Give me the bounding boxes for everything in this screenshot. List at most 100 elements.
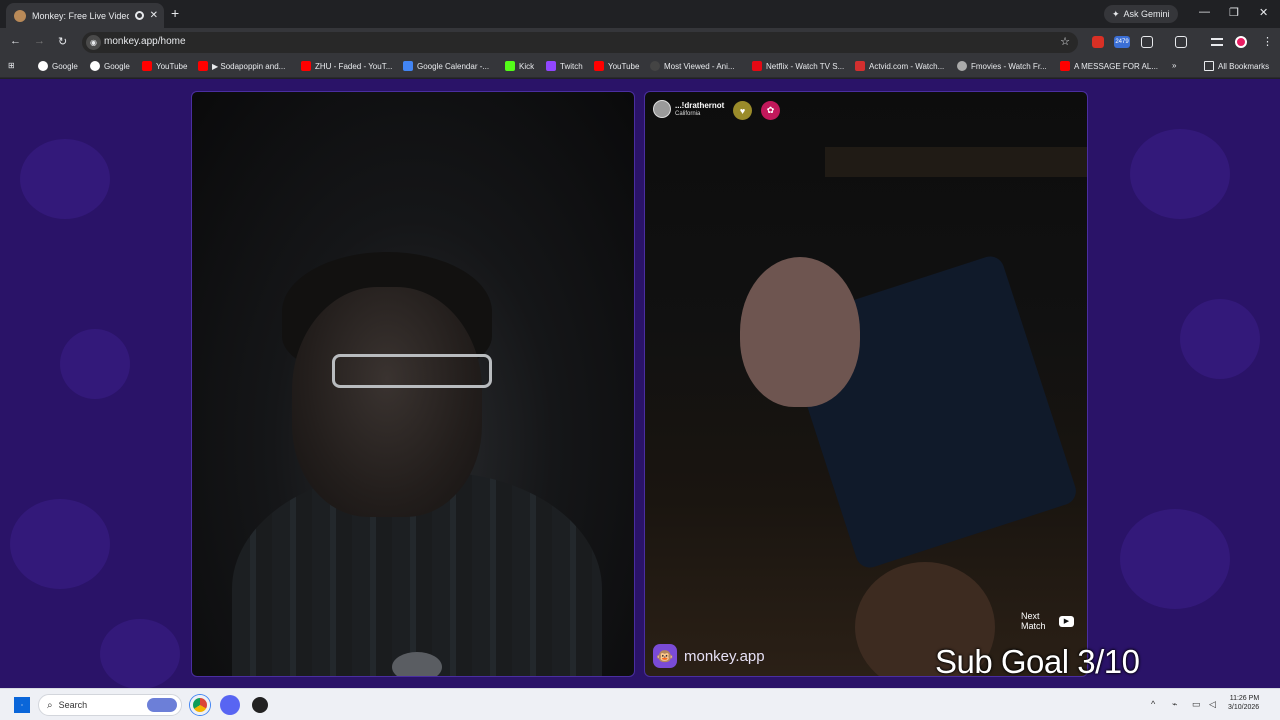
bookmark-item[interactable]: Netflix - Watch TV S... (752, 61, 844, 71)
extension-counter-icon[interactable]: 2479 (1114, 36, 1130, 48)
bookmark-item[interactable]: Kick (505, 61, 534, 71)
discord-taskbar-icon[interactable] (220, 695, 240, 715)
kick-icon (505, 61, 515, 71)
tab-close-icon[interactable]: ✕ (150, 10, 158, 21)
gemini-sparkle-icon: ✦ (1112, 9, 1120, 20)
next-match-label-line2: Match (1021, 622, 1046, 632)
site-info-icon[interactable]: ◉ (86, 35, 101, 50)
bookmark-item[interactable]: ZHU - Faded - YouT... (301, 61, 392, 71)
monkey-logo-icon: 🐵 (653, 644, 677, 668)
ask-gemini-button[interactable]: ✦ Ask Gemini (1104, 5, 1178, 23)
background-shelf (825, 147, 1088, 177)
youtube-icon (301, 61, 311, 71)
new-tab-button[interactable]: + (171, 5, 179, 21)
search-icon: ⌕ (47, 700, 53, 711)
remote-user-avatar[interactable] (653, 100, 671, 118)
actvid-icon (855, 61, 865, 71)
close-window-button[interactable]: ✕ (1259, 6, 1268, 19)
video-hand (740, 257, 860, 407)
display-icon[interactable]: ▭ (1192, 699, 1201, 710)
browser-menu-icon[interactable]: ⋮ (1262, 35, 1273, 48)
bookmark-item[interactable]: ▶ Sodapoppin and... (198, 61, 285, 71)
bookmarks-bar: ⊞ Google Google YouTube ▶ Sodapoppin and… (0, 56, 1280, 78)
chrome-taskbar-icon[interactable] (190, 695, 210, 715)
background-flower-decoration (10, 499, 110, 589)
anime-icon (650, 61, 660, 71)
background-flower-decoration (1180, 299, 1260, 379)
all-bookmarks-button[interactable]: All Bookmarks (1204, 61, 1269, 71)
ask-gemini-label: Ask Gemini (1124, 9, 1170, 19)
background-flower-decoration (60, 329, 130, 399)
clock-time: 11:26 PM (1228, 694, 1259, 703)
folder-icon (1204, 61, 1214, 71)
youtube-icon (1060, 61, 1070, 71)
address-url[interactable]: monkey.app/home (104, 36, 186, 47)
google-icon (38, 61, 48, 71)
tab-search-icon[interactable] (1211, 38, 1223, 46)
local-video-feed (191, 91, 635, 677)
restore-button[interactable]: ❐ (1229, 6, 1239, 19)
extensions-puzzle-icon[interactable] (1141, 36, 1153, 48)
cast-icon[interactable] (1175, 36, 1187, 48)
bookmarks-overflow-button[interactable]: » (1172, 61, 1176, 70)
windows-taskbar: ⌕ Search ^ ⌁ ▭ ◁ 11:26 PM 3/10/2026 (0, 688, 1280, 720)
bookmark-item[interactable]: A MESSAGE FOR AL... (1060, 61, 1158, 71)
brand-name: monkey.app (684, 648, 765, 665)
bookmark-item[interactable]: Google (38, 61, 78, 71)
bookmark-item[interactable]: Fmovies - Watch Fr... (957, 61, 1047, 71)
browser-tab-monkey[interactable]: Monkey: Free Live Video Ch ✕ (6, 3, 164, 28)
google-icon (90, 61, 100, 71)
browser-toolbar: ← → ↻ ◉ monkey.app/home ☆ 2479 ⋮ (0, 28, 1280, 56)
bookmark-item[interactable]: Actvid.com - Watch... (855, 61, 944, 71)
windows-start-icon[interactable] (14, 697, 30, 713)
volume-icon[interactable]: ◁ (1209, 699, 1216, 710)
next-match-button[interactable]: Next Match (1021, 612, 1046, 632)
tray-chevron-icon[interactable]: ^ (1151, 699, 1155, 709)
gift-badge-icon[interactable]: ✿ (761, 101, 780, 120)
network-icon[interactable]: ⌁ (1172, 699, 1177, 710)
bookmark-item[interactable]: Most Viewed - Ani... (650, 61, 735, 71)
video-subject-face (292, 287, 482, 517)
bookmark-star-icon[interactable]: ☆ (1060, 35, 1070, 48)
taskbar-search-box[interactable]: ⌕ Search (38, 694, 182, 716)
microphone-in-frame (392, 652, 442, 677)
address-bar[interactable]: ◉ monkey.app/home ☆ (82, 32, 1078, 53)
monkey-brand-watermark: 🐵 monkey.app (653, 644, 765, 668)
background-flower-decoration (1130, 129, 1230, 219)
reload-icon[interactable]: ↻ (58, 35, 67, 48)
monkey-favicon-icon (14, 10, 26, 22)
system-clock[interactable]: 11:26 PM 3/10/2026 (1228, 694, 1259, 712)
bookmark-item[interactable]: Google (90, 61, 130, 71)
calendar-icon (403, 61, 413, 71)
obs-taskbar-icon[interactable] (250, 695, 270, 715)
apps-grid-icon[interactable]: ⊞ (8, 61, 15, 70)
twitch-icon (546, 61, 556, 71)
clock-date: 3/10/2026 (1228, 703, 1259, 712)
bookmark-item[interactable]: Google Calendar -... (403, 61, 489, 71)
extension-red-icon[interactable] (1092, 36, 1104, 48)
remote-location: California (675, 111, 724, 117)
recording-indicator-icon (135, 11, 144, 20)
bookmark-item[interactable]: YouTube (594, 61, 639, 71)
remote-user-info[interactable]: ...!drathernot California (653, 100, 724, 118)
background-flower-decoration (20, 139, 110, 219)
forward-arrow-icon[interactable]: → (34, 35, 45, 47)
netflix-icon (752, 61, 762, 71)
youtube-icon (142, 61, 152, 71)
sub-goal-overlay: Sub Goal 3/10 (935, 643, 1140, 681)
next-play-icon[interactable]: ▶ (1059, 616, 1074, 627)
heart-badge-icon[interactable]: ♥ (733, 101, 752, 120)
monkey-app-page: ...!drathernot California ♥ ✿ 🐵 monkey.a… (0, 79, 1280, 688)
browser-tab-strip: Monkey: Free Live Video Ch ✕ + ✦ Ask Gem… (0, 0, 1280, 28)
minimize-button[interactable]: — (1199, 6, 1210, 18)
search-highlight-icon (147, 698, 177, 712)
taskbar-search-label: Search (59, 700, 88, 710)
youtube-icon (198, 61, 208, 71)
tab-title: Monkey: Free Live Video Ch (32, 11, 129, 21)
profile-avatar[interactable] (1235, 36, 1247, 48)
remote-video-feed: ...!drathernot California ♥ ✿ 🐵 monkey.a… (644, 91, 1088, 677)
bookmark-item[interactable]: YouTube (142, 61, 187, 71)
back-arrow-icon[interactable]: ← (10, 35, 21, 47)
video-subject-glasses (332, 354, 492, 388)
bookmark-item[interactable]: Twitch (546, 61, 583, 71)
